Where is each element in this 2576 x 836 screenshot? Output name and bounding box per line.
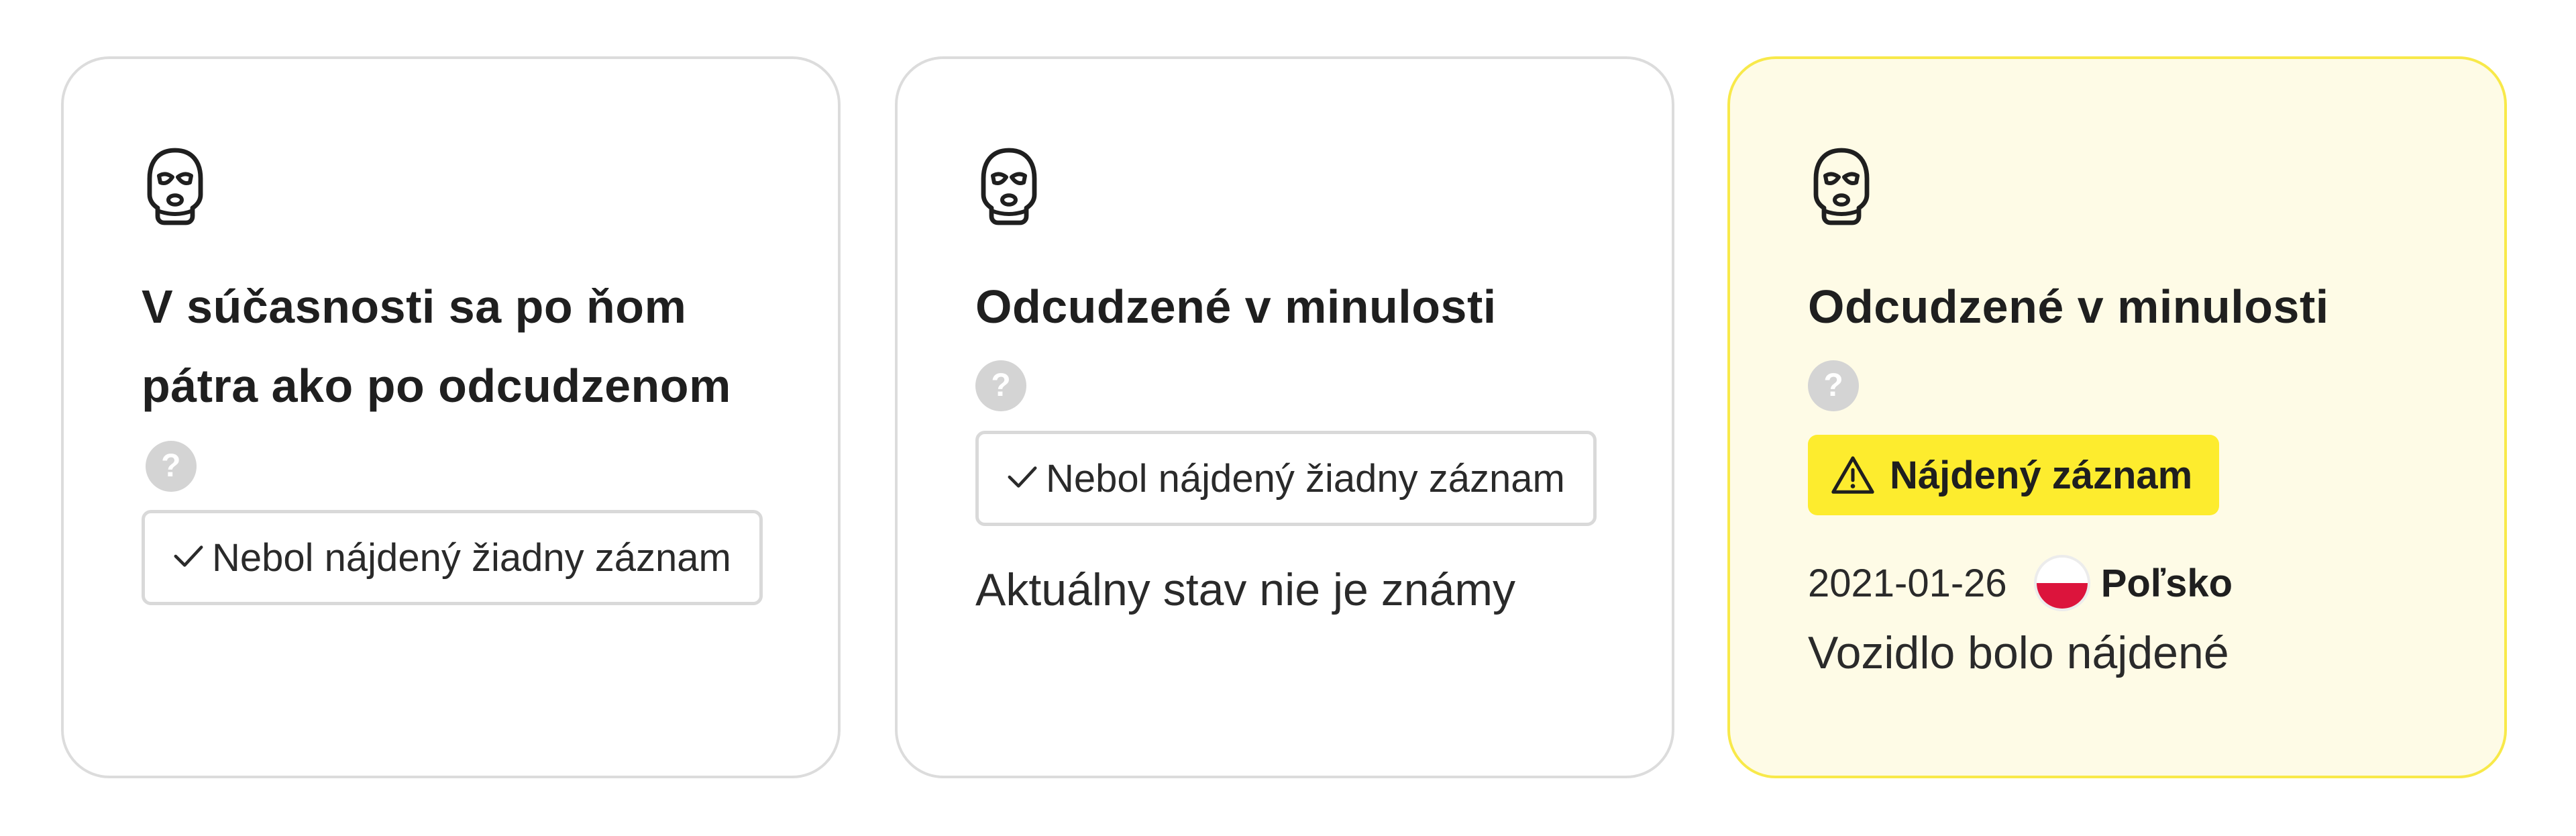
question-icon[interactable]: ? [975, 360, 1026, 411]
result-text: Nebol nájdený žiadny záznam [212, 536, 731, 580]
question-icon[interactable]: ? [146, 440, 197, 492]
result-text: Nebol nájdený žiadny záznam [1046, 457, 1565, 501]
record-country: Poľsko [2100, 561, 2233, 605]
balaclava-icon [147, 148, 203, 225]
poland-flag-icon [2036, 558, 2088, 609]
balaclava-icon [1813, 148, 1870, 225]
result-box: Nebol nájdený žiadny záznam [975, 431, 1597, 526]
help-row: ? [975, 346, 1597, 425]
record-date: 2021-01-26 [1808, 561, 2007, 605]
check-icon [174, 545, 203, 567]
balaclava-icon [981, 148, 1037, 225]
help-row: ? [1808, 346, 2429, 425]
status-text: Aktuálny stav nie je známy [975, 564, 1516, 615]
card-title: Odcudzené v minulosti [975, 280, 1497, 333]
check-icon [1008, 466, 1037, 488]
stolen-past-found-card: Odcudzené v minulosti ? Nájdený záznam 2… [1727, 56, 2507, 778]
warning-icon [1831, 456, 1874, 494]
record-details: 2021-01-26 Poľsko [1808, 553, 2429, 613]
badge-label: Nájdený záznam [1890, 453, 2193, 497]
question-icon[interactable]: ? [1808, 360, 1859, 411]
stolen-current-card: V súčasnosti sa po ňom pátra ako po odcu… [61, 56, 841, 778]
card-title: Odcudzené v minulosti [1808, 280, 2329, 333]
stolen-past-card: Odcudzené v minulosti ? Nebol nájdený ži… [895, 56, 1674, 778]
record-found-badge: Nájdený záznam [1808, 435, 2220, 515]
status-text: Vozidlo bolo nájdené [1808, 627, 2229, 678]
card-title: V súčasnosti sa po ňom pátra ako po odcu… [142, 267, 763, 505]
result-box: Nebol nájdený žiadny záznam [142, 510, 763, 605]
